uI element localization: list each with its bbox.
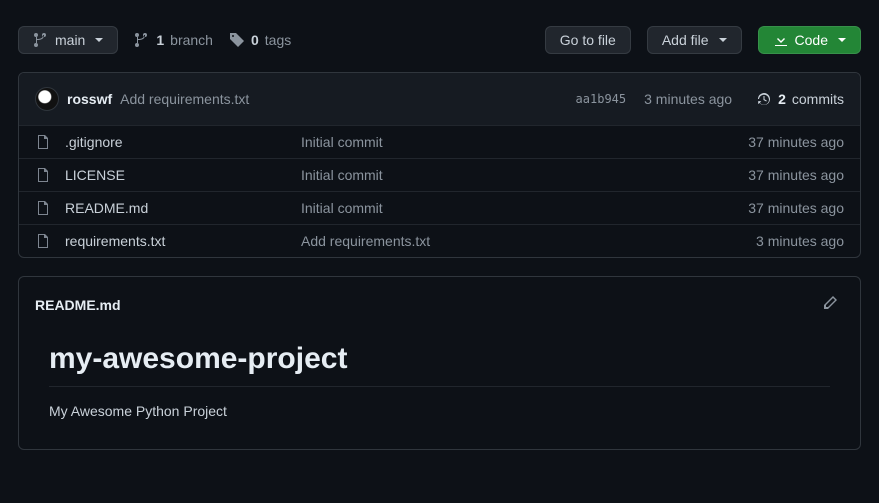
table-row: requirements.txt Add requirements.txt 3 mi… <box>19 224 860 257</box>
repo-toolbar: main 1 branch 0 tags Go to file Add file… <box>18 26 861 54</box>
file-name-link[interactable]: .gitignore <box>65 134 123 150</box>
commits-suffix: commits <box>792 91 844 107</box>
commit-author[interactable]: rosswf <box>67 91 112 107</box>
avatar[interactable] <box>35 87 59 111</box>
download-icon <box>773 32 789 48</box>
commits-count: 2 <box>778 91 786 107</box>
tags-link[interactable]: 0 tags <box>229 32 291 48</box>
latest-commit-header: rosswf Add requirements.txt aa1b945 3 mi… <box>19 73 860 125</box>
table-row: .gitignore Initial commit 37 minutes ago <box>19 125 860 158</box>
file-time: 37 minutes ago <box>748 167 844 183</box>
caret-down-icon <box>95 38 103 42</box>
commit-message[interactable]: Add requirements.txt <box>120 91 249 107</box>
file-name-link[interactable]: requirements.txt <box>65 233 165 249</box>
readme-description: My Awesome Python Project <box>49 403 830 419</box>
git-branch-icon <box>33 32 49 48</box>
branches-link[interactable]: 1 branch <box>134 32 213 48</box>
branch-count: 1 <box>156 32 164 48</box>
history-icon <box>756 91 772 107</box>
table-row: README.md Initial commit 37 minutes ago <box>19 191 860 224</box>
commit-time: 3 minutes ago <box>644 91 732 107</box>
caret-down-icon <box>838 38 846 42</box>
file-icon <box>35 200 51 216</box>
table-row: LICENSE Initial commit 37 minutes ago <box>19 158 860 191</box>
readme-heading: my-awesome-project <box>49 342 830 387</box>
code-button[interactable]: Code <box>758 26 861 54</box>
readme-filename[interactable]: README.md <box>35 297 121 313</box>
file-commit-message[interactable]: Initial commit <box>301 200 732 216</box>
branch-suffix: branch <box>170 32 213 48</box>
code-label: Code <box>795 32 828 48</box>
file-icon <box>35 167 51 183</box>
caret-down-icon <box>719 38 727 42</box>
file-icon <box>35 134 51 150</box>
file-commit-message[interactable]: Initial commit <box>301 134 732 150</box>
tag-icon <box>229 32 245 48</box>
tag-count: 0 <box>251 32 259 48</box>
add-file-label: Add file <box>662 32 709 48</box>
file-commit-message[interactable]: Initial commit <box>301 167 732 183</box>
file-time: 3 minutes ago <box>756 233 844 249</box>
file-time: 37 minutes ago <box>748 200 844 216</box>
goto-file-button[interactable]: Go to file <box>545 26 631 54</box>
file-rows-container: .gitignoreInitial commit37 minutes agoLI… <box>19 125 860 257</box>
file-time: 37 minutes ago <box>748 134 844 150</box>
git-branch-icon <box>134 32 150 48</box>
file-icon <box>35 233 51 249</box>
file-name-link[interactable]: README.md <box>65 200 148 216</box>
file-name-link[interactable]: LICENSE <box>65 167 125 183</box>
readme-body: my-awesome-project My Awesome Python Pro… <box>19 332 860 449</box>
edit-readme-button[interactable] <box>816 289 844 320</box>
branch-select-button[interactable]: main <box>18 26 118 54</box>
file-listing-box: rosswf Add requirements.txt aa1b945 3 mi… <box>18 72 861 258</box>
add-file-button[interactable]: Add file <box>647 26 742 54</box>
file-commit-message[interactable]: Add requirements.txt <box>301 233 740 249</box>
tag-suffix: tags <box>265 32 291 48</box>
readme-box: README.md my-awesome-project My Awesome … <box>18 276 861 450</box>
commits-history-link[interactable]: 2 commits <box>756 91 844 107</box>
readme-header: README.md <box>19 277 860 332</box>
branch-name: main <box>55 32 85 48</box>
commit-sha[interactable]: aa1b945 <box>576 92 627 106</box>
pencil-icon <box>822 295 838 311</box>
